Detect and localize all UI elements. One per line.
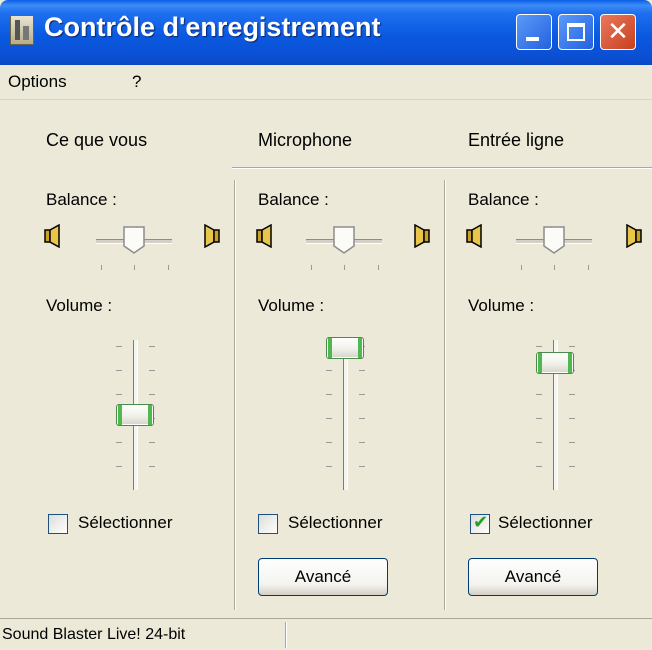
- close-icon: ✕: [607, 17, 629, 47]
- maximize-button[interactable]: [558, 14, 594, 50]
- status-divider: [285, 622, 287, 648]
- header-divider: [232, 167, 652, 169]
- title-bar[interactable]: Contrôle d'enregistrement ✕: [0, 0, 652, 65]
- balance-slider-thumb[interactable]: [333, 226, 355, 254]
- advanced-button[interactable]: Avancé: [258, 558, 388, 596]
- recording-control-window: Contrôle d'enregistrement ✕ Options ? Ce…: [0, 0, 652, 650]
- checkmark-icon: ✔: [473, 512, 489, 533]
- tick-mark: [521, 265, 522, 270]
- column-divider: [234, 180, 236, 610]
- channel-title: Entrée ligne: [468, 130, 565, 150]
- speaker-left-icon: [44, 224, 60, 248]
- balance-label: Balance :: [258, 190, 329, 209]
- menu-options[interactable]: Options: [8, 72, 67, 92]
- tick-mark: [378, 265, 379, 270]
- speaker-left-icon: [466, 224, 482, 248]
- select-checkbox[interactable]: [48, 514, 68, 534]
- channel-title: Microphone: [258, 130, 353, 150]
- advanced-button[interactable]: Avancé: [468, 558, 598, 596]
- tick-mark: [311, 265, 312, 270]
- volume-label: Volume :: [468, 296, 535, 315]
- speaker-right-icon: [626, 224, 642, 248]
- speaker-right-icon: [204, 224, 220, 248]
- select-label: Sélectionner: [78, 513, 173, 532]
- select-checkbox[interactable]: [258, 514, 278, 534]
- tick-mark: [554, 265, 555, 270]
- balance-slider-thumb[interactable]: [543, 226, 565, 254]
- minimize-icon: [526, 37, 539, 41]
- tick-mark: [101, 265, 102, 270]
- tick-mark: [588, 265, 589, 270]
- speaker-right-icon: [414, 224, 430, 248]
- minimize-button[interactable]: [516, 14, 552, 50]
- tick-mark: [134, 265, 135, 270]
- menu-bar: Options ?: [0, 65, 652, 100]
- tick-mark: [168, 265, 169, 270]
- balance-label: Balance :: [46, 190, 117, 209]
- volume-slider-thumb[interactable]: [116, 404, 154, 426]
- menu-help[interactable]: ?: [132, 72, 141, 92]
- balance-slider-thumb[interactable]: [123, 226, 145, 254]
- volume-slider-thumb[interactable]: [326, 336, 364, 359]
- balance-label: Balance :: [468, 190, 539, 209]
- volume-label: Volume :: [46, 296, 113, 315]
- volume-slider-thumb[interactable]: [536, 351, 574, 374]
- select-label: Sélectionner: [288, 513, 383, 532]
- status-text: Sound Blaster Live! 24-bit: [2, 626, 186, 643]
- column-divider: [444, 180, 446, 610]
- volume-label: Volume :: [258, 296, 325, 315]
- channel-title: Ce que vous: [46, 130, 148, 150]
- mixer-icon[interactable]: [10, 15, 34, 45]
- select-label: Sélectionner: [498, 513, 593, 532]
- maximize-icon: [567, 23, 585, 41]
- select-checkbox[interactable]: ✔: [470, 512, 490, 534]
- tick-mark: [344, 265, 345, 270]
- volume-slider[interactable]: [343, 340, 348, 490]
- window-title: Contrôle d'enregistrement: [44, 12, 381, 42]
- speaker-left-icon: [256, 224, 272, 248]
- status-bar: Sound Blaster Live! 24-bit: [0, 618, 652, 650]
- close-button[interactable]: ✕: [600, 14, 636, 50]
- mixer-panel: Ce que vous Balance : Volume : Sélection…: [0, 100, 652, 618]
